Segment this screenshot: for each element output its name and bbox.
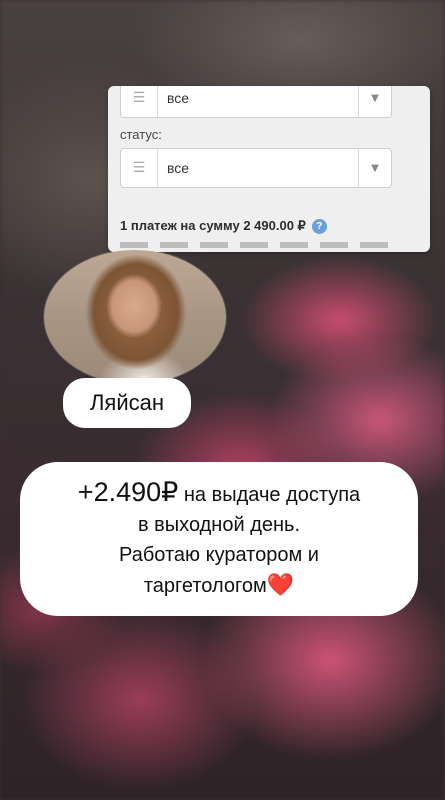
author-name: Ляйсан bbox=[63, 378, 191, 428]
message-line-2: в выходной день. bbox=[137, 514, 301, 536]
chevron-down-icon: ▼ bbox=[358, 149, 391, 187]
payment-summary-text: 1 платеж на сумму 2 490.00 ₽ bbox=[120, 218, 306, 233]
status-select-value: все bbox=[167, 160, 190, 176]
help-icon[interactable]: ? bbox=[311, 218, 327, 234]
payment-summary: 1 платеж на сумму 2 490.00 ₽ ? bbox=[120, 218, 327, 234]
message-line-3: Работаю куратором и bbox=[119, 544, 319, 566]
first-filter-select[interactable]: ☰ все ▼ bbox=[120, 86, 392, 118]
avatar bbox=[44, 250, 226, 384]
message-line-1: +2.490₽ на выдаче доступа bbox=[78, 477, 360, 510]
status-label: статус: bbox=[120, 127, 162, 142]
chevron-down-icon: ▼ bbox=[358, 86, 391, 117]
list-icon: ☰ bbox=[121, 149, 158, 187]
message-line-4-text: таргетологом bbox=[143, 575, 267, 597]
message-amount: +2.490₽ bbox=[77, 477, 179, 507]
status-select[interactable]: ☰ все ▼ bbox=[120, 148, 392, 188]
first-filter-value: все bbox=[167, 90, 190, 106]
payment-filter-screenshot: ☰ все ▼ статус: ☰ все ▼ 1 платеж на сумм… bbox=[108, 86, 430, 252]
message-bubble: +2.490₽ на выдаче доступа в выходной ден… bbox=[20, 462, 418, 616]
message-line-4: таргетологом❤️ bbox=[144, 570, 294, 601]
heart-icon: ❤️ bbox=[266, 572, 295, 597]
message-line-1-rest: на выдаче доступа bbox=[178, 484, 361, 506]
cropped-text-line bbox=[120, 242, 390, 248]
list-icon: ☰ bbox=[121, 86, 158, 117]
